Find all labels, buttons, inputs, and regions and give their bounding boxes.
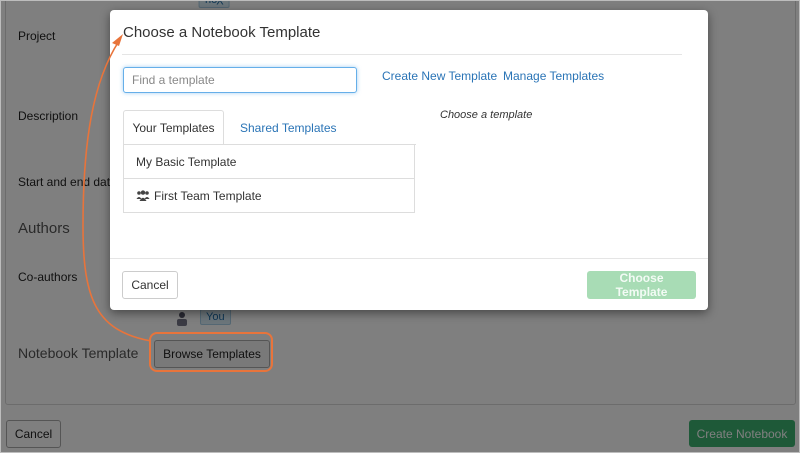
tab-your-templates[interactable]: Your Templates: [123, 110, 224, 145]
team-icon: [136, 190, 150, 202]
template-list: My Basic Template First Team Template: [123, 144, 415, 213]
template-search-input[interactable]: [123, 67, 357, 93]
template-name: First Team Template: [154, 188, 262, 203]
screenshot-frame: You Project Description Start and end da…: [0, 0, 800, 453]
choose-template-button[interactable]: Choose Template: [587, 271, 696, 299]
template-preview-text: Choose a template: [440, 109, 533, 121]
create-new-template-link[interactable]: Create New Template: [382, 69, 497, 83]
browse-templates-callout: [149, 332, 273, 372]
manage-templates-link[interactable]: Manage Templates: [503, 69, 604, 83]
modal-cancel-button[interactable]: Cancel: [122, 271, 178, 299]
template-name: My Basic Template: [136, 154, 237, 169]
modal-footer-divider: [110, 258, 708, 259]
modal-title: Choose a Notebook Template: [123, 24, 321, 41]
tab-shared-templates[interactable]: Shared Templates: [240, 121, 337, 135]
choose-template-modal: Choose a Notebook Template Create New Te…: [110, 10, 708, 310]
modal-header-divider: [122, 54, 682, 55]
list-item[interactable]: First Team Template: [124, 178, 414, 212]
list-item[interactable]: My Basic Template: [124, 144, 414, 178]
